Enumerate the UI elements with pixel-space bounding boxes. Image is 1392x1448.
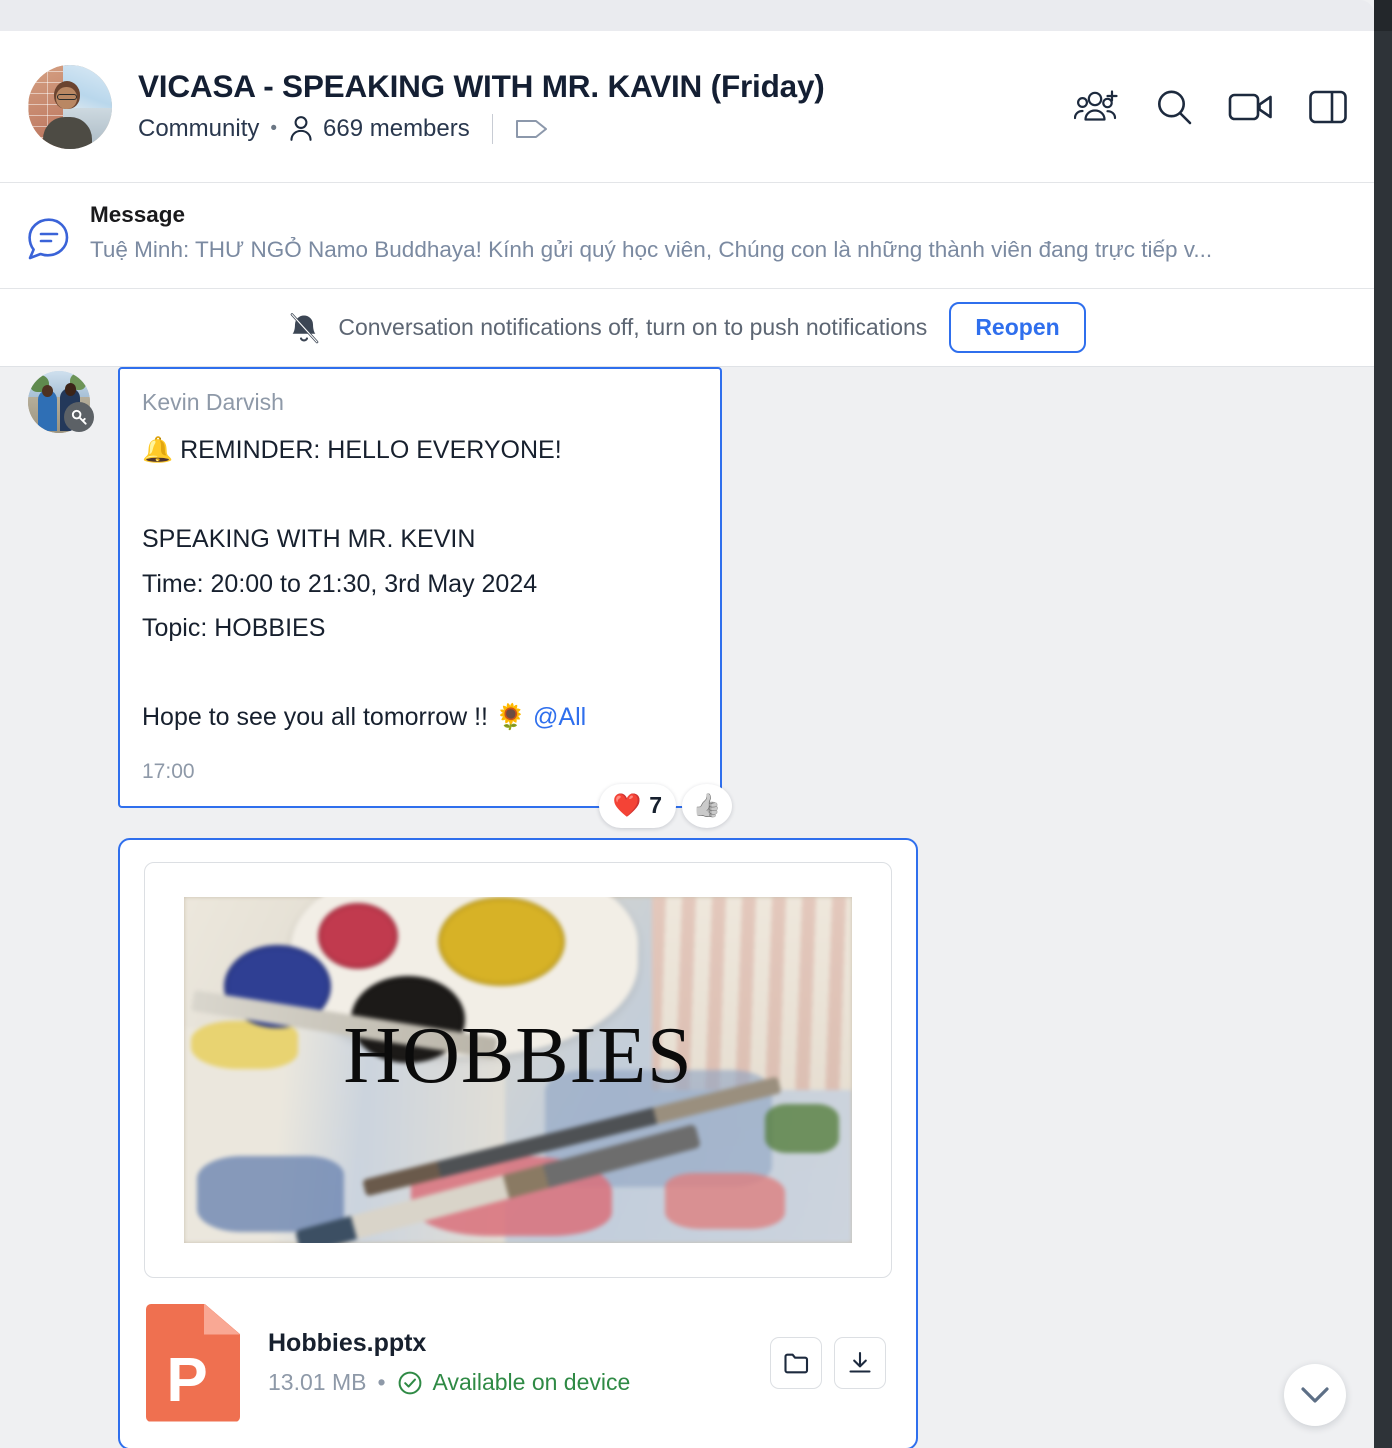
conversation-header-text: VICASA - SPEAKING WITH MR. KAVIN (Friday… bbox=[138, 68, 1056, 144]
header-actions bbox=[1074, 87, 1348, 127]
attachment-preview-card[interactable]: HOBBIES bbox=[144, 861, 892, 1278]
message-list[interactable]: Kevin Darvish 🔔 REMINDER: HELLO EVERYONE… bbox=[0, 367, 1374, 1448]
video-call-icon[interactable] bbox=[1228, 90, 1274, 124]
chat-window: VICASA - SPEAKING WITH MR. KAVIN (Friday… bbox=[0, 31, 1374, 1448]
reaction-heart-emoji: ❤️ bbox=[612, 792, 642, 818]
file-subtext: 13.01 MB • Available on device bbox=[268, 1369, 770, 1396]
message-row: Kevin Darvish 🔔 REMINDER: HELLO EVERYONE… bbox=[0, 367, 1374, 828]
conversation-header: VICASA - SPEAKING WITH MR. KAVIN (Friday… bbox=[0, 31, 1374, 183]
notification-text: Conversation notifications off, turn on … bbox=[338, 314, 928, 340]
attachment-actions bbox=[770, 1336, 886, 1389]
attachment-message-row: HOBBIES P Hobbies.pptx 13.01 MB • Availa… bbox=[0, 837, 1374, 1448]
attachment-file-meta: Hobbies.pptx 13.01 MB • Available on dev… bbox=[268, 1329, 770, 1396]
page-title: VICASA - SPEAKING WITH MR. KAVIN (Friday… bbox=[138, 68, 825, 105]
file-subtext-dot: • bbox=[377, 1369, 386, 1395]
search-icon[interactable] bbox=[1154, 87, 1194, 127]
message-timestamp: 17:00 bbox=[142, 759, 195, 783]
file-icon-letter: P bbox=[166, 1345, 208, 1415]
app-window: VICASA - SPEAKING WITH MR. KAVIN (Friday… bbox=[0, 0, 1392, 1448]
availability-status: Available on device bbox=[432, 1369, 631, 1395]
pinned-preview: Tuệ Minh: THƯ NGỎ Namo Buddhaya! Kính gử… bbox=[90, 237, 1213, 263]
pinned-message-body: Message Tuệ Minh: THƯ NGỎ Namo Buddhaya!… bbox=[90, 201, 1350, 263]
avatar-image bbox=[28, 64, 112, 149]
conversation-subtitle: Community • 669 members bbox=[138, 113, 1056, 144]
conversation-type-label: Community bbox=[138, 114, 260, 142]
subtitle-divider bbox=[491, 113, 494, 144]
attachment-thumbnail[interactable]: HOBBIES bbox=[184, 896, 852, 1243]
download-icon[interactable] bbox=[834, 1336, 886, 1389]
sender-avatar[interactable] bbox=[28, 371, 94, 433]
reopen-button[interactable]: Reopen bbox=[949, 302, 1086, 353]
thumbnail-title: HOBBIES bbox=[343, 1011, 693, 1100]
message-body-text: 🔔 REMINDER: HELLO EVERYONE! SPEAKING WIT… bbox=[142, 436, 562, 731]
folder-icon[interactable] bbox=[770, 1336, 822, 1389]
add-members-icon[interactable] bbox=[1074, 88, 1120, 126]
toggle-panel-icon[interactable] bbox=[1308, 89, 1348, 125]
file-name[interactable]: Hobbies.pptx bbox=[268, 1329, 770, 1358]
reaction-thumbsup-emoji: 👍 bbox=[692, 792, 722, 818]
scroll-to-bottom-button[interactable] bbox=[1284, 1364, 1346, 1426]
powerpoint-file-icon: P bbox=[146, 1303, 240, 1422]
mention-all[interactable]: @All bbox=[533, 703, 586, 731]
tag-icon[interactable] bbox=[515, 116, 549, 142]
bell-off-icon bbox=[288, 311, 320, 345]
window-title-strip bbox=[0, 0, 1374, 31]
sender-name: Kevin Darvish bbox=[142, 389, 284, 415]
reaction-list: ❤️ 7 👍 bbox=[598, 783, 732, 828]
message-bubble[interactable]: Kevin Darvish 🔔 REMINDER: HELLO EVERYONE… bbox=[118, 367, 732, 828]
person-icon bbox=[288, 114, 314, 143]
member-count: 669 members bbox=[323, 114, 470, 142]
reaction-thumbsup[interactable]: 👍 bbox=[682, 783, 732, 828]
check-circle-icon bbox=[397, 1370, 423, 1396]
notification-bar: Conversation notifications off, turn on … bbox=[0, 289, 1374, 367]
file-size: 13.01 MB bbox=[268, 1369, 367, 1395]
reaction-heart-count: 7 bbox=[649, 792, 662, 818]
conversation-avatar[interactable] bbox=[28, 64, 112, 149]
attachment-bubble[interactable]: HOBBIES P Hobbies.pptx 13.01 MB • Availa… bbox=[118, 837, 918, 1448]
reaction-heart[interactable]: ❤️ 7 bbox=[598, 783, 676, 828]
key-icon bbox=[64, 402, 94, 432]
message-body: 🔔 REMINDER: HELLO EVERYONE! SPEAKING WIT… bbox=[142, 428, 694, 740]
attachment-file-row: P Hobbies.pptx 13.01 MB • Available on d… bbox=[144, 1278, 892, 1448]
window-right-gutter-inner bbox=[1374, 31, 1392, 1448]
pinned-label: Message bbox=[90, 202, 186, 227]
pinned-message-banner[interactable]: Message Tuệ Minh: THƯ NGỎ Namo Buddhaya!… bbox=[0, 183, 1374, 289]
message-bubble-icon bbox=[22, 213, 74, 270]
subtitle-dot: • bbox=[270, 118, 278, 140]
